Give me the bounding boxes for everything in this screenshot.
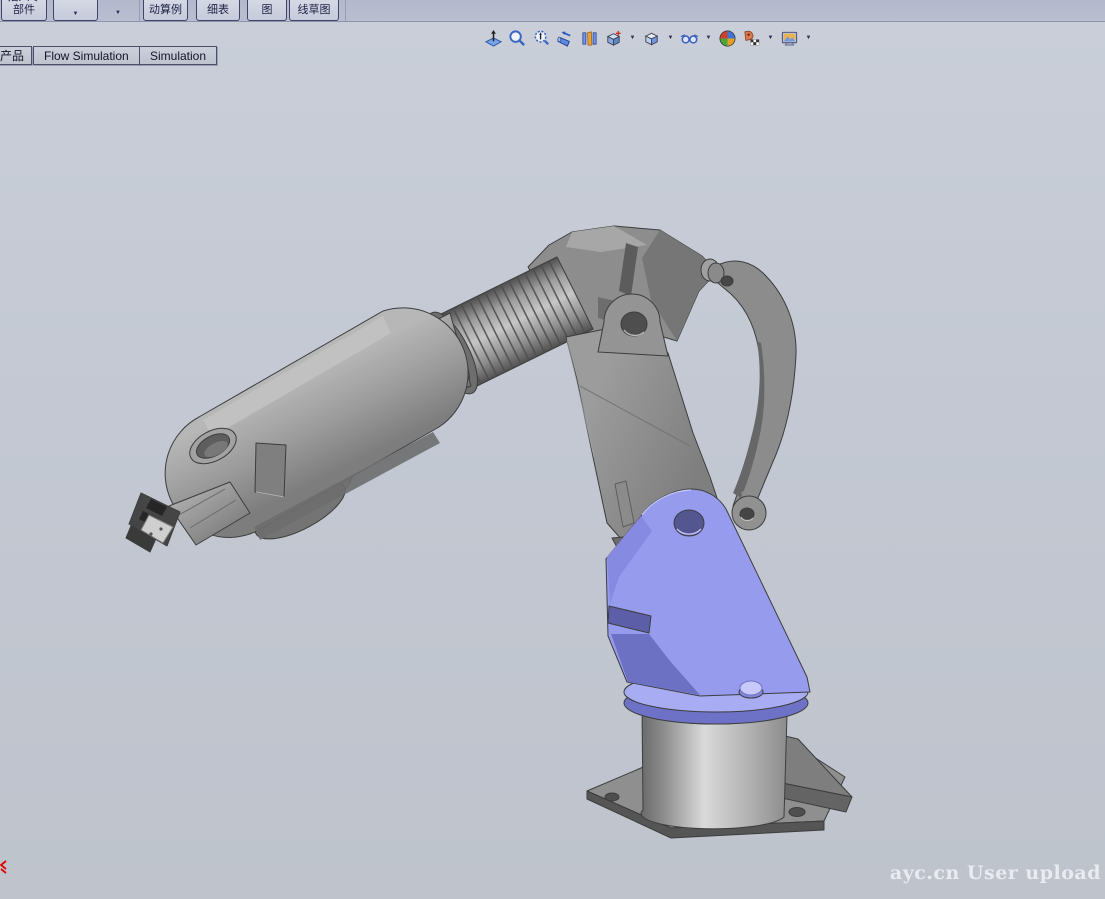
flange-bolt bbox=[739, 681, 763, 698]
button-label: 图 bbox=[262, 4, 273, 17]
tab-flow-simulation[interactable]: Flow Simulation bbox=[33, 46, 140, 65]
tab-office-products[interactable]: 产品 bbox=[0, 46, 32, 65]
chevron-down-icon[interactable]: ▼ bbox=[666, 35, 675, 41]
heads-up-view-toolbar: ▼ ▼ ▼ bbox=[484, 27, 813, 49]
display-style-icon[interactable] bbox=[642, 29, 661, 48]
tab-label: 产品 bbox=[0, 47, 24, 64]
edit-appearance-icon[interactable] bbox=[718, 29, 737, 48]
chevron-down-icon: ▼ bbox=[115, 10, 121, 16]
explode-line-sketch-button[interactable]: 线草图 bbox=[289, 0, 339, 21]
hide-show-items-icon[interactable] bbox=[680, 29, 699, 48]
chevron-down-icon[interactable]: ▼ bbox=[704, 35, 713, 41]
button-label: 动算例 bbox=[149, 4, 182, 17]
zoom-to-fit-icon[interactable] bbox=[484, 29, 503, 48]
view-settings-icon[interactable] bbox=[780, 29, 799, 48]
bom-table-button[interactable]: 细表 bbox=[196, 0, 240, 21]
previous-view-icon[interactable] bbox=[556, 29, 575, 48]
toolbar-separator bbox=[139, 0, 140, 22]
graphics-viewport[interactable]: 产品 Flow Simulation Simulation bbox=[0, 22, 1105, 899]
exploded-view-button[interactable]: 图 bbox=[247, 0, 287, 21]
apply-scene-icon[interactable] bbox=[742, 29, 761, 48]
watermark-text: ayc.cn User upload bbox=[890, 862, 1101, 884]
chevron-down-icon[interactable]: ▼ bbox=[766, 35, 775, 41]
solidworks-window: 插入零 部件 ▼ ▼ 动算例 细表 图 线草图 bbox=[0, 0, 1105, 899]
zoom-in-out-icon[interactable] bbox=[532, 29, 551, 48]
chevron-down-icon: ▼ bbox=[73, 11, 79, 17]
chevron-down-icon[interactable]: ▼ bbox=[804, 35, 813, 41]
insert-component-button[interactable]: 插入零 部件 bbox=[1, 0, 47, 21]
chevron-down-icon[interactable]: ▼ bbox=[628, 35, 637, 41]
insert-component-label-bottom: 部件 bbox=[13, 4, 35, 17]
linkage-rod bbox=[712, 261, 796, 513]
reference-triad-fragment bbox=[1, 861, 6, 873]
button-label: 线草图 bbox=[298, 4, 331, 17]
section-view-icon[interactable] bbox=[580, 29, 599, 48]
toolbar-separator bbox=[345, 0, 346, 22]
zoom-to-area-icon[interactable] bbox=[508, 29, 527, 48]
robot-arm-model bbox=[0, 22, 1105, 899]
dropdown-button-1[interactable]: ▼ bbox=[53, 0, 98, 21]
dropdown-button-2[interactable]: ▼ bbox=[102, 0, 134, 20]
command-manager-strip: 插入零 部件 ▼ ▼ 动算例 细表 图 线草图 bbox=[0, 0, 1105, 22]
button-label: 细表 bbox=[207, 4, 229, 17]
motion-study-button[interactable]: 动算例 bbox=[143, 0, 188, 21]
tab-simulation[interactable]: Simulation bbox=[139, 46, 217, 65]
view-orientation-icon[interactable] bbox=[604, 29, 623, 48]
tab-label: Flow Simulation bbox=[44, 49, 129, 63]
tab-label: Simulation bbox=[150, 49, 206, 63]
